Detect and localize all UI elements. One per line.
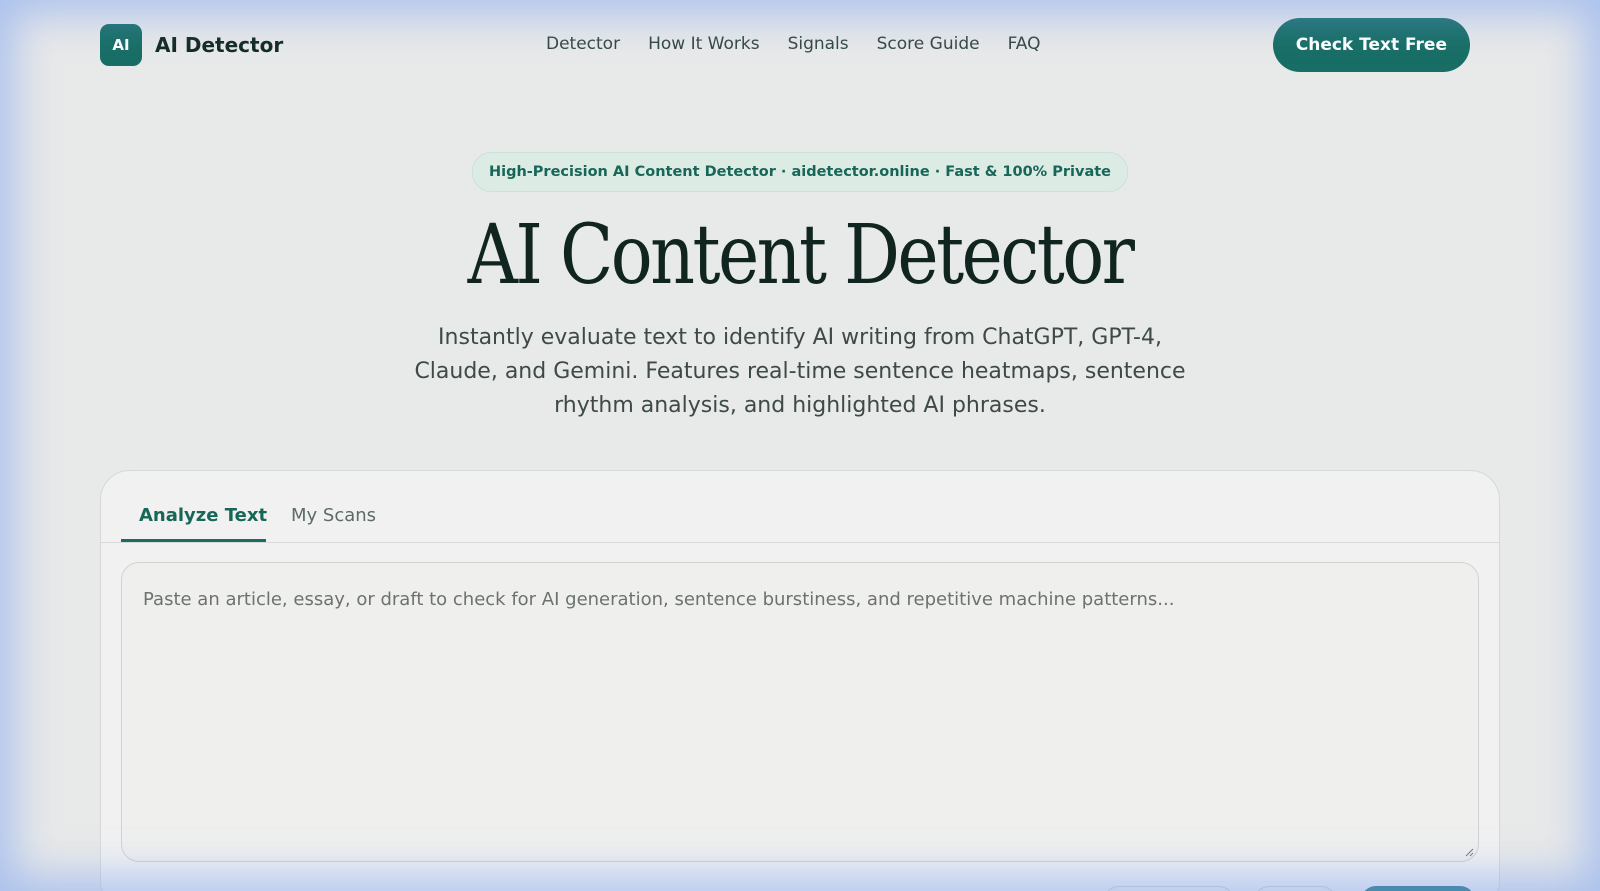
nav-link-detector[interactable]: Detector bbox=[546, 34, 620, 54]
nav-link-faq[interactable]: FAQ bbox=[1008, 34, 1041, 54]
detector-panel: Analyze Text My Scans Paste an article, … bbox=[100, 470, 1500, 891]
hero-badge: High-Precision AI Content Detector · aid… bbox=[471, 152, 1128, 192]
panel-tabs: Analyze Text My Scans bbox=[101, 471, 1499, 543]
nav-link-signals[interactable]: Signals bbox=[788, 34, 849, 54]
page-title: AI Content Detector bbox=[467, 208, 1135, 303]
text-input-placeholder: Paste an article, essay, or draft to che… bbox=[143, 589, 1175, 610]
panel-action-button-2[interactable] bbox=[1254, 886, 1336, 891]
text-input-area[interactable]: Paste an article, essay, or draft to che… bbox=[121, 562, 1479, 862]
nav-link-how-it-works[interactable]: How It Works bbox=[648, 34, 759, 54]
hero-badge-row: High-Precision AI Content Detector · aid… bbox=[0, 152, 1600, 192]
nav-links: Detector How It Works Signals Score Guid… bbox=[546, 34, 1069, 54]
panel-primary-action-button[interactable] bbox=[1361, 886, 1475, 891]
tab-analyze-text[interactable]: Analyze Text bbox=[139, 505, 267, 526]
nav-link-score-guide[interactable]: Score Guide bbox=[877, 34, 980, 54]
tab-my-scans[interactable]: My Scans bbox=[291, 505, 376, 526]
active-tab-indicator bbox=[121, 539, 266, 542]
panel-action-button-1[interactable] bbox=[1104, 886, 1234, 891]
brand[interactable]: AI AI Detector bbox=[100, 24, 283, 66]
top-nav: AI AI Detector Detector How It Works Sig… bbox=[100, 18, 1470, 72]
resize-handle-icon[interactable] bbox=[1464, 847, 1474, 857]
logo-icon: AI bbox=[100, 24, 142, 66]
brand-name: AI Detector bbox=[155, 33, 284, 57]
hero-subtitle: Instantly evaluate text to identify AI w… bbox=[414, 325, 1186, 418]
check-text-free-button[interactable]: Check Text Free bbox=[1272, 18, 1470, 72]
